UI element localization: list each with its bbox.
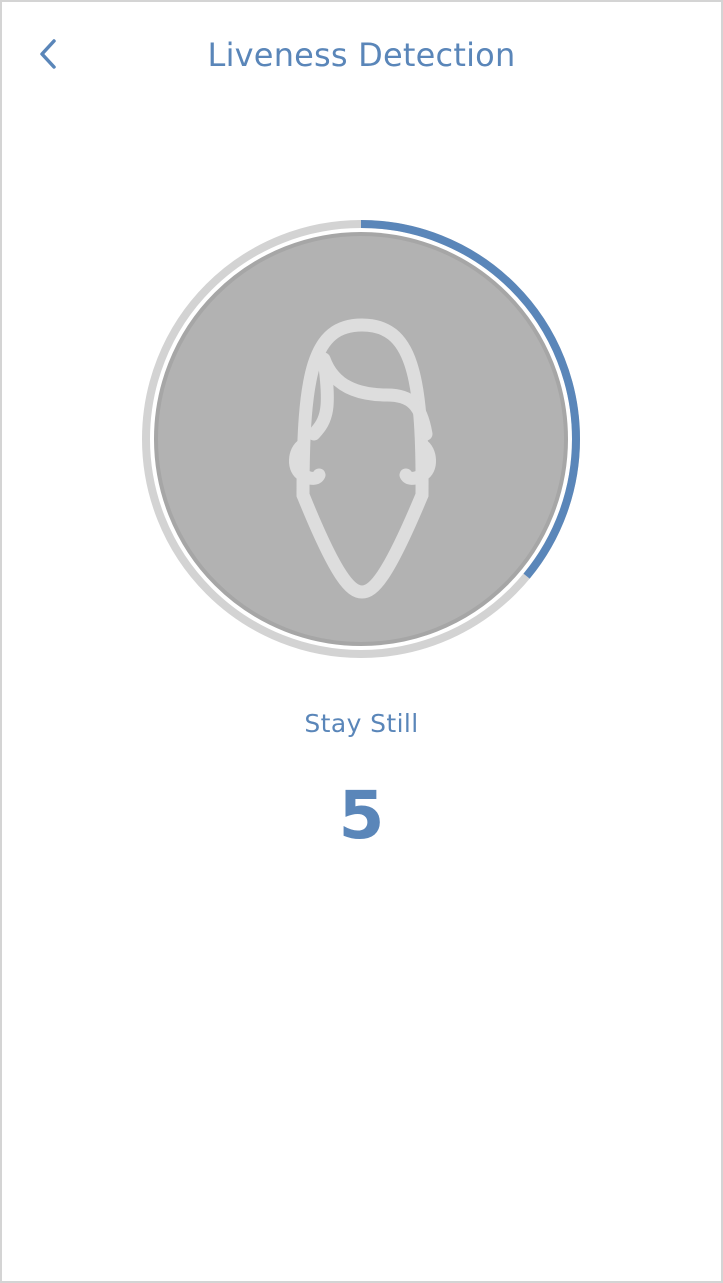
page-title: Liveness Detection xyxy=(207,36,516,74)
face-scanner xyxy=(139,217,583,661)
countdown-number: 5 xyxy=(338,777,385,854)
screen: Liveness Detection Stay Still 5 xyxy=(2,2,721,1281)
camera-preview xyxy=(154,232,568,646)
scanner-graphic xyxy=(142,220,580,658)
instruction-text: Stay Still xyxy=(304,709,419,738)
top-bar: Liveness Detection xyxy=(2,2,721,108)
